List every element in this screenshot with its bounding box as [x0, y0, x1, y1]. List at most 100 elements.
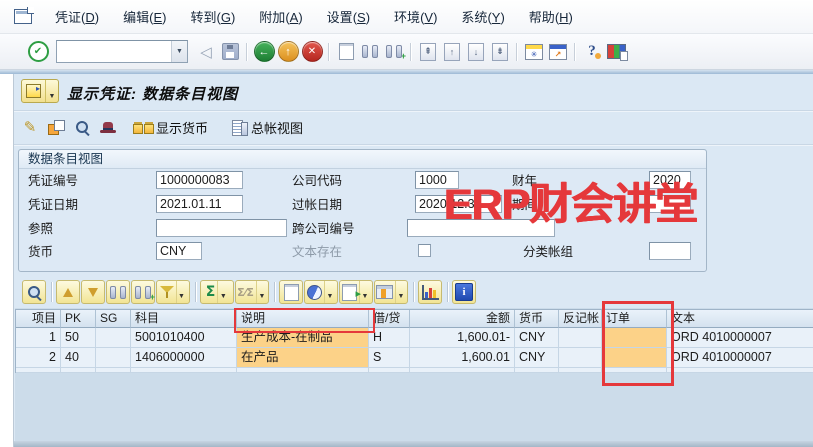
total-button[interactable]: Σ▼: [200, 280, 234, 304]
print-button[interactable]: [334, 40, 358, 64]
cell-dc[interactable]: H: [369, 328, 410, 348]
cell-amount[interactable]: 1,600.01: [410, 348, 515, 368]
sort-ascending-button[interactable]: [56, 280, 80, 304]
page-down-button[interactable]: ↓: [464, 40, 488, 64]
cell-currency[interactable]: CNY: [515, 328, 559, 348]
filter-button[interactable]: ▼: [156, 280, 190, 304]
menu-item-document[interactable]: 凭证(D): [50, 4, 104, 29]
general-ledger-view-button[interactable]: 总帐视图: [228, 116, 307, 139]
cell-order[interactable]: [602, 348, 667, 368]
cell-reverse[interactable]: [559, 348, 602, 368]
cancel-button[interactable]: ✕: [300, 40, 324, 64]
cell-text[interactable]: ORD 4010000007: [667, 328, 813, 348]
save-button[interactable]: [218, 40, 242, 64]
col-header-item[interactable]: 项目: [16, 310, 61, 328]
cell-account[interactable]: 5001010400: [131, 328, 237, 348]
col-header-currency[interactable]: 货币: [515, 310, 559, 328]
command-field[interactable]: ▼: [56, 40, 188, 63]
exit-button[interactable]: ↑: [276, 40, 300, 64]
find-next-button[interactable]: +: [382, 40, 406, 64]
doc-date-field[interactable]: 2021.01.11: [156, 195, 243, 213]
col-header-text[interactable]: 文本: [667, 310, 813, 328]
details-button[interactable]: [22, 280, 46, 304]
first-page-icon: ⇞: [420, 43, 436, 61]
find-next-button[interactable]: +: [131, 280, 155, 304]
menu-item-goto[interactable]: 转到(G): [185, 4, 240, 29]
enter-button[interactable]: ✔: [26, 40, 50, 64]
select-other-document-button[interactable]: [45, 116, 67, 138]
system-menu-icon[interactable]: [14, 9, 32, 24]
back-button[interactable]: ←: [252, 40, 276, 64]
col-header-pk[interactable]: PK: [61, 310, 96, 328]
title-context-menu-button[interactable]: ▼: [21, 79, 59, 103]
cell-order[interactable]: [602, 328, 667, 348]
cell-desc[interactable]: 在产品: [237, 348, 369, 368]
command-dropdown-icon[interactable]: ▼: [171, 41, 187, 62]
find-button[interactable]: [106, 280, 130, 304]
layout-button[interactable]: ▼: [374, 280, 408, 304]
dropdown-arrow-icon[interactable]: ▼: [256, 281, 267, 303]
cell-text[interactable]: ORD 4010000007: [667, 348, 813, 368]
cell-item[interactable]: 2: [16, 348, 61, 368]
dropdown-arrow-icon[interactable]: ▼: [217, 281, 228, 303]
menu-bar: 凭证(D) 编辑(E) 转到(G) 附加(A) 设置(S) 环境(V) 系统(Y…: [0, 0, 813, 34]
menu-item-edit[interactable]: 编辑(E): [118, 4, 171, 29]
hide-command-field-button[interactable]: ◁: [194, 40, 218, 64]
customize-layout-button[interactable]: [604, 40, 628, 64]
toggle-display-change-button[interactable]: ✎: [19, 116, 41, 138]
cell-pk[interactable]: 40: [61, 348, 96, 368]
help-button[interactable]: ?: [580, 40, 604, 64]
back-arrow-icon: ←: [254, 41, 275, 62]
cell-item[interactable]: 1: [16, 328, 61, 348]
col-header-sg[interactable]: SG: [96, 310, 131, 328]
cell-pk[interactable]: 50: [61, 328, 96, 348]
menu-item-settings[interactable]: 设置(S): [322, 4, 375, 29]
reference-field[interactable]: [156, 219, 287, 237]
display-document-overview-button[interactable]: [71, 116, 93, 138]
menu-item-environment[interactable]: 环境(V): [389, 4, 442, 29]
col-header-order[interactable]: 订单: [602, 310, 667, 328]
col-header-amount[interactable]: 金额: [410, 310, 515, 328]
cell-desc[interactable]: 生产成本-在制品: [237, 328, 369, 348]
cell-reverse[interactable]: [559, 328, 602, 348]
page-up-button[interactable]: ↑: [440, 40, 464, 64]
ledger-group-field[interactable]: [649, 242, 691, 260]
print-button[interactable]: [279, 280, 303, 304]
sap-gui-window: 凭证(D) 编辑(E) 转到(G) 附加(A) 设置(S) 环境(V) 系统(Y…: [0, 0, 813, 447]
info-button[interactable]: i: [452, 280, 476, 304]
dropdown-arrow-icon[interactable]: ▼: [324, 281, 335, 303]
menu-item-help[interactable]: 帮助(H): [524, 4, 578, 29]
display-currency-button[interactable]: 显示货币: [129, 116, 212, 139]
col-header-reverse[interactable]: 反记帐: [559, 310, 602, 328]
col-header-dc[interactable]: 借/贷: [369, 310, 410, 328]
subtotal-button[interactable]: Σ⁄Σ▼: [235, 280, 269, 304]
menu-item-extras[interactable]: 附加(A): [254, 4, 307, 29]
dropdown-arrow-icon[interactable]: ▼: [176, 281, 187, 303]
documents-icon: [48, 120, 64, 134]
first-page-button[interactable]: ⇞: [416, 40, 440, 64]
dropdown-arrow-icon[interactable]: ▼: [45, 80, 58, 102]
cell-dc[interactable]: S: [369, 348, 410, 368]
views-button[interactable]: ▼: [304, 280, 338, 304]
currency-field[interactable]: CNY: [156, 242, 202, 260]
col-header-account[interactable]: 科目: [131, 310, 237, 328]
cell-sg[interactable]: [96, 328, 131, 348]
document-header-button[interactable]: [97, 116, 119, 138]
cell-currency[interactable]: CNY: [515, 348, 559, 368]
last-page-button[interactable]: ⇟: [488, 40, 512, 64]
find-button[interactable]: [358, 40, 382, 64]
menu-item-system[interactable]: 系统(Y): [456, 4, 509, 29]
sort-descending-button[interactable]: [81, 280, 105, 304]
doc-number-field[interactable]: 1000000083: [156, 171, 243, 189]
dropdown-arrow-icon[interactable]: ▼: [395, 281, 406, 303]
new-session-button[interactable]: ✳: [522, 40, 546, 64]
graphic-button[interactable]: [418, 280, 442, 304]
watermark-text: ERP财会讲堂: [444, 170, 697, 232]
col-header-desc[interactable]: 说明: [237, 310, 369, 328]
create-shortcut-button[interactable]: ↗: [546, 40, 570, 64]
cell-amount[interactable]: 1,600.01-: [410, 328, 515, 348]
cell-sg[interactable]: [96, 348, 131, 368]
export-button[interactable]: ▸▼: [339, 280, 373, 304]
cell-account[interactable]: 1406000000: [131, 348, 237, 368]
hat-icon: [100, 121, 116, 134]
